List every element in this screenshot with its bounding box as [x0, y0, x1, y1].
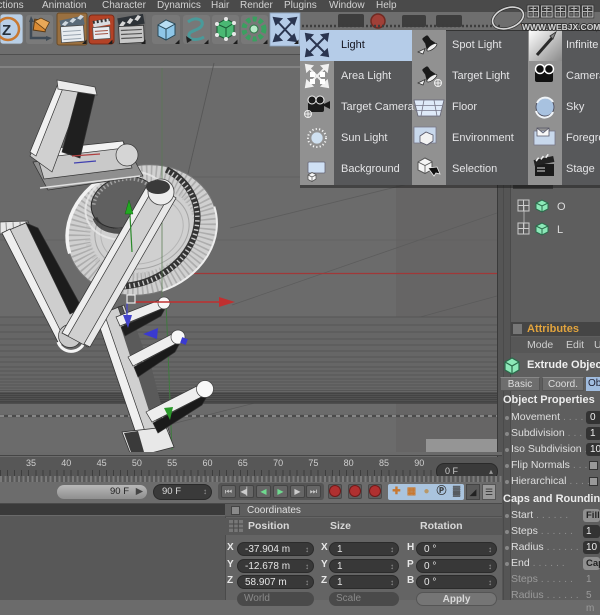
- svg-text:L: L: [557, 224, 563, 236]
- svg-text:O: O: [557, 201, 566, 213]
- svg-text:WWW.WEBJX.COM: WWW.WEBJX.COM: [522, 22, 600, 32]
- svg-text:Z: Z: [2, 22, 11, 39]
